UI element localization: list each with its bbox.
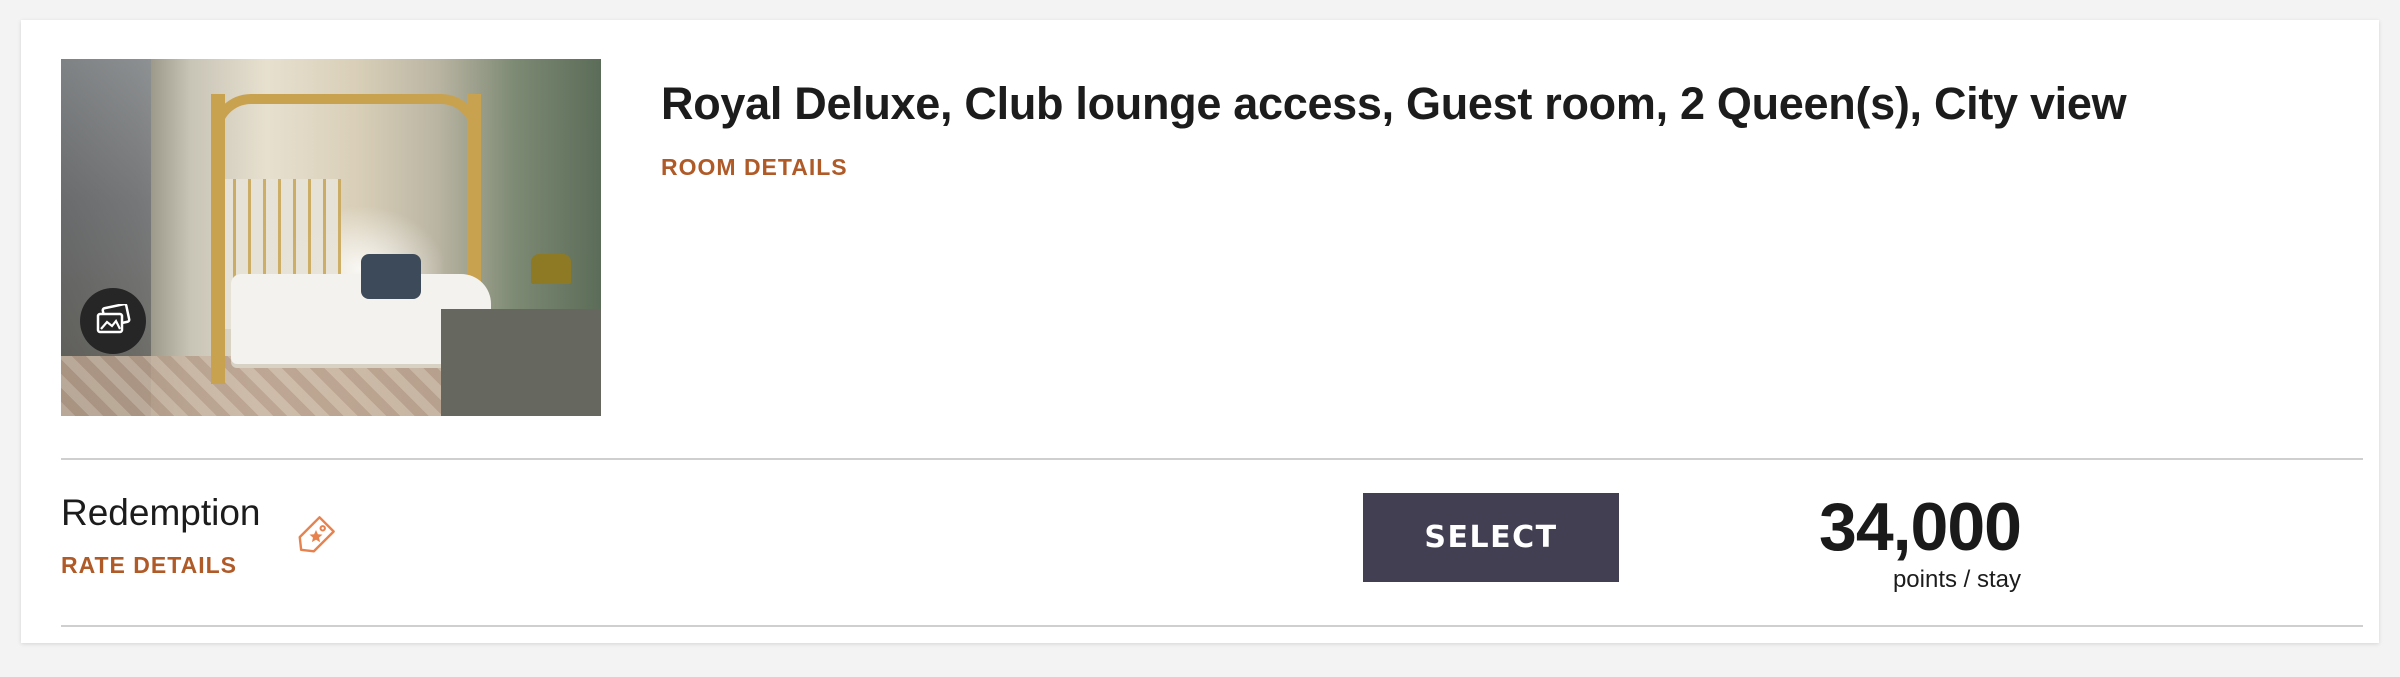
section-divider xyxy=(61,625,2363,627)
rate-name: Redemption xyxy=(61,492,261,533)
room-photo-lamp xyxy=(531,254,571,284)
photo-gallery-icon xyxy=(95,302,131,339)
room-title: Royal Deluxe, Club lounge access, Guest … xyxy=(661,78,2127,129)
room-photo-pillow xyxy=(361,254,421,299)
price-tag-star-icon[interactable] xyxy=(289,508,343,562)
room-details-link[interactable]: ROOM DETAILS xyxy=(661,154,848,181)
rate-details-link[interactable]: RATE DETAILS xyxy=(61,552,237,579)
select-button[interactable]: SELECT xyxy=(1363,493,1619,582)
room-photo[interactable] xyxy=(61,59,601,416)
section-divider xyxy=(61,458,2363,460)
points-unit-label: points / stay xyxy=(1892,566,2021,593)
room-photo-desk xyxy=(441,309,601,416)
photo-gallery-button[interactable] xyxy=(80,288,146,354)
points-price: 34,000 xyxy=(1819,489,2022,565)
room-rate-card: Royal Deluxe, Club lounge access, Guest … xyxy=(21,20,2379,643)
